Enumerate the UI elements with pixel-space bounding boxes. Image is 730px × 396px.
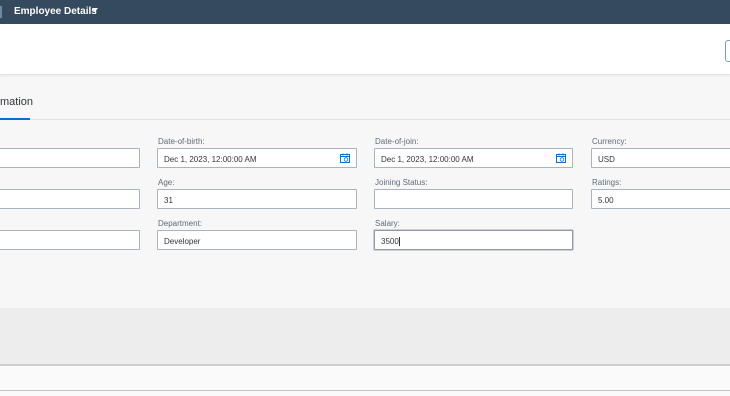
currency-label: Currency: [592, 137, 627, 146]
chevron-down-icon[interactable] [92, 8, 98, 12]
ratings-label: Ratings: [592, 178, 622, 187]
department-label: Department: [158, 219, 203, 228]
footer-toolbar [0, 366, 730, 396]
app-title[interactable]: Employee Details [14, 6, 97, 17]
department-value: Developer [164, 237, 201, 246]
ratings-input[interactable]: 5.00 [591, 189, 730, 209]
ratings-value: 5.00 [598, 196, 614, 205]
date-of-birth-label: Date-of-birth: [158, 137, 205, 146]
text-cursor [398, 237, 400, 246]
joining-status-input[interactable] [374, 189, 573, 209]
date-of-birth-value: Dec 1, 2023, 12:00:00 AM [164, 155, 257, 164]
date-of-join-value: Dec 1, 2023, 12:00:00 AM [381, 155, 474, 164]
shell-bar: Employee Details [0, 0, 730, 24]
salary-value: 3500 [381, 237, 399, 246]
date-of-join-picker[interactable]: Dec 1, 2023, 12:00:00 AM [374, 148, 573, 168]
age-label: Age: [158, 178, 175, 187]
tab-selected-indicator [0, 118, 30, 120]
field-col1-row1[interactable] [0, 148, 140, 168]
tab-bar: mation [0, 76, 730, 120]
salary-input[interactable]: 3500 [374, 230, 573, 250]
calendar-icon[interactable] [556, 153, 566, 163]
date-of-join-label: Date-of-join: [375, 137, 419, 146]
currency-value: USD [598, 155, 615, 164]
header-action-button[interactable] [725, 40, 730, 62]
footer-bottom-border [0, 390, 730, 391]
salary-label: Salary: [375, 219, 400, 228]
footer-band [0, 308, 730, 364]
age-value: 31 [164, 196, 173, 205]
department-input[interactable]: Developer [157, 230, 357, 250]
shell-bar-edge [0, 6, 2, 18]
tab-information[interactable]: mation [0, 96, 33, 108]
currency-input[interactable]: USD [591, 148, 730, 168]
date-of-birth-picker[interactable]: Dec 1, 2023, 12:00:00 AM [157, 148, 357, 168]
age-input[interactable]: 31 [157, 189, 357, 209]
calendar-icon[interactable] [340, 153, 350, 163]
joining-status-label: Joining Status: [375, 178, 428, 187]
field-col1-row2[interactable] [0, 189, 140, 209]
object-header [0, 24, 730, 75]
field-col1-row3[interactable] [0, 230, 140, 250]
